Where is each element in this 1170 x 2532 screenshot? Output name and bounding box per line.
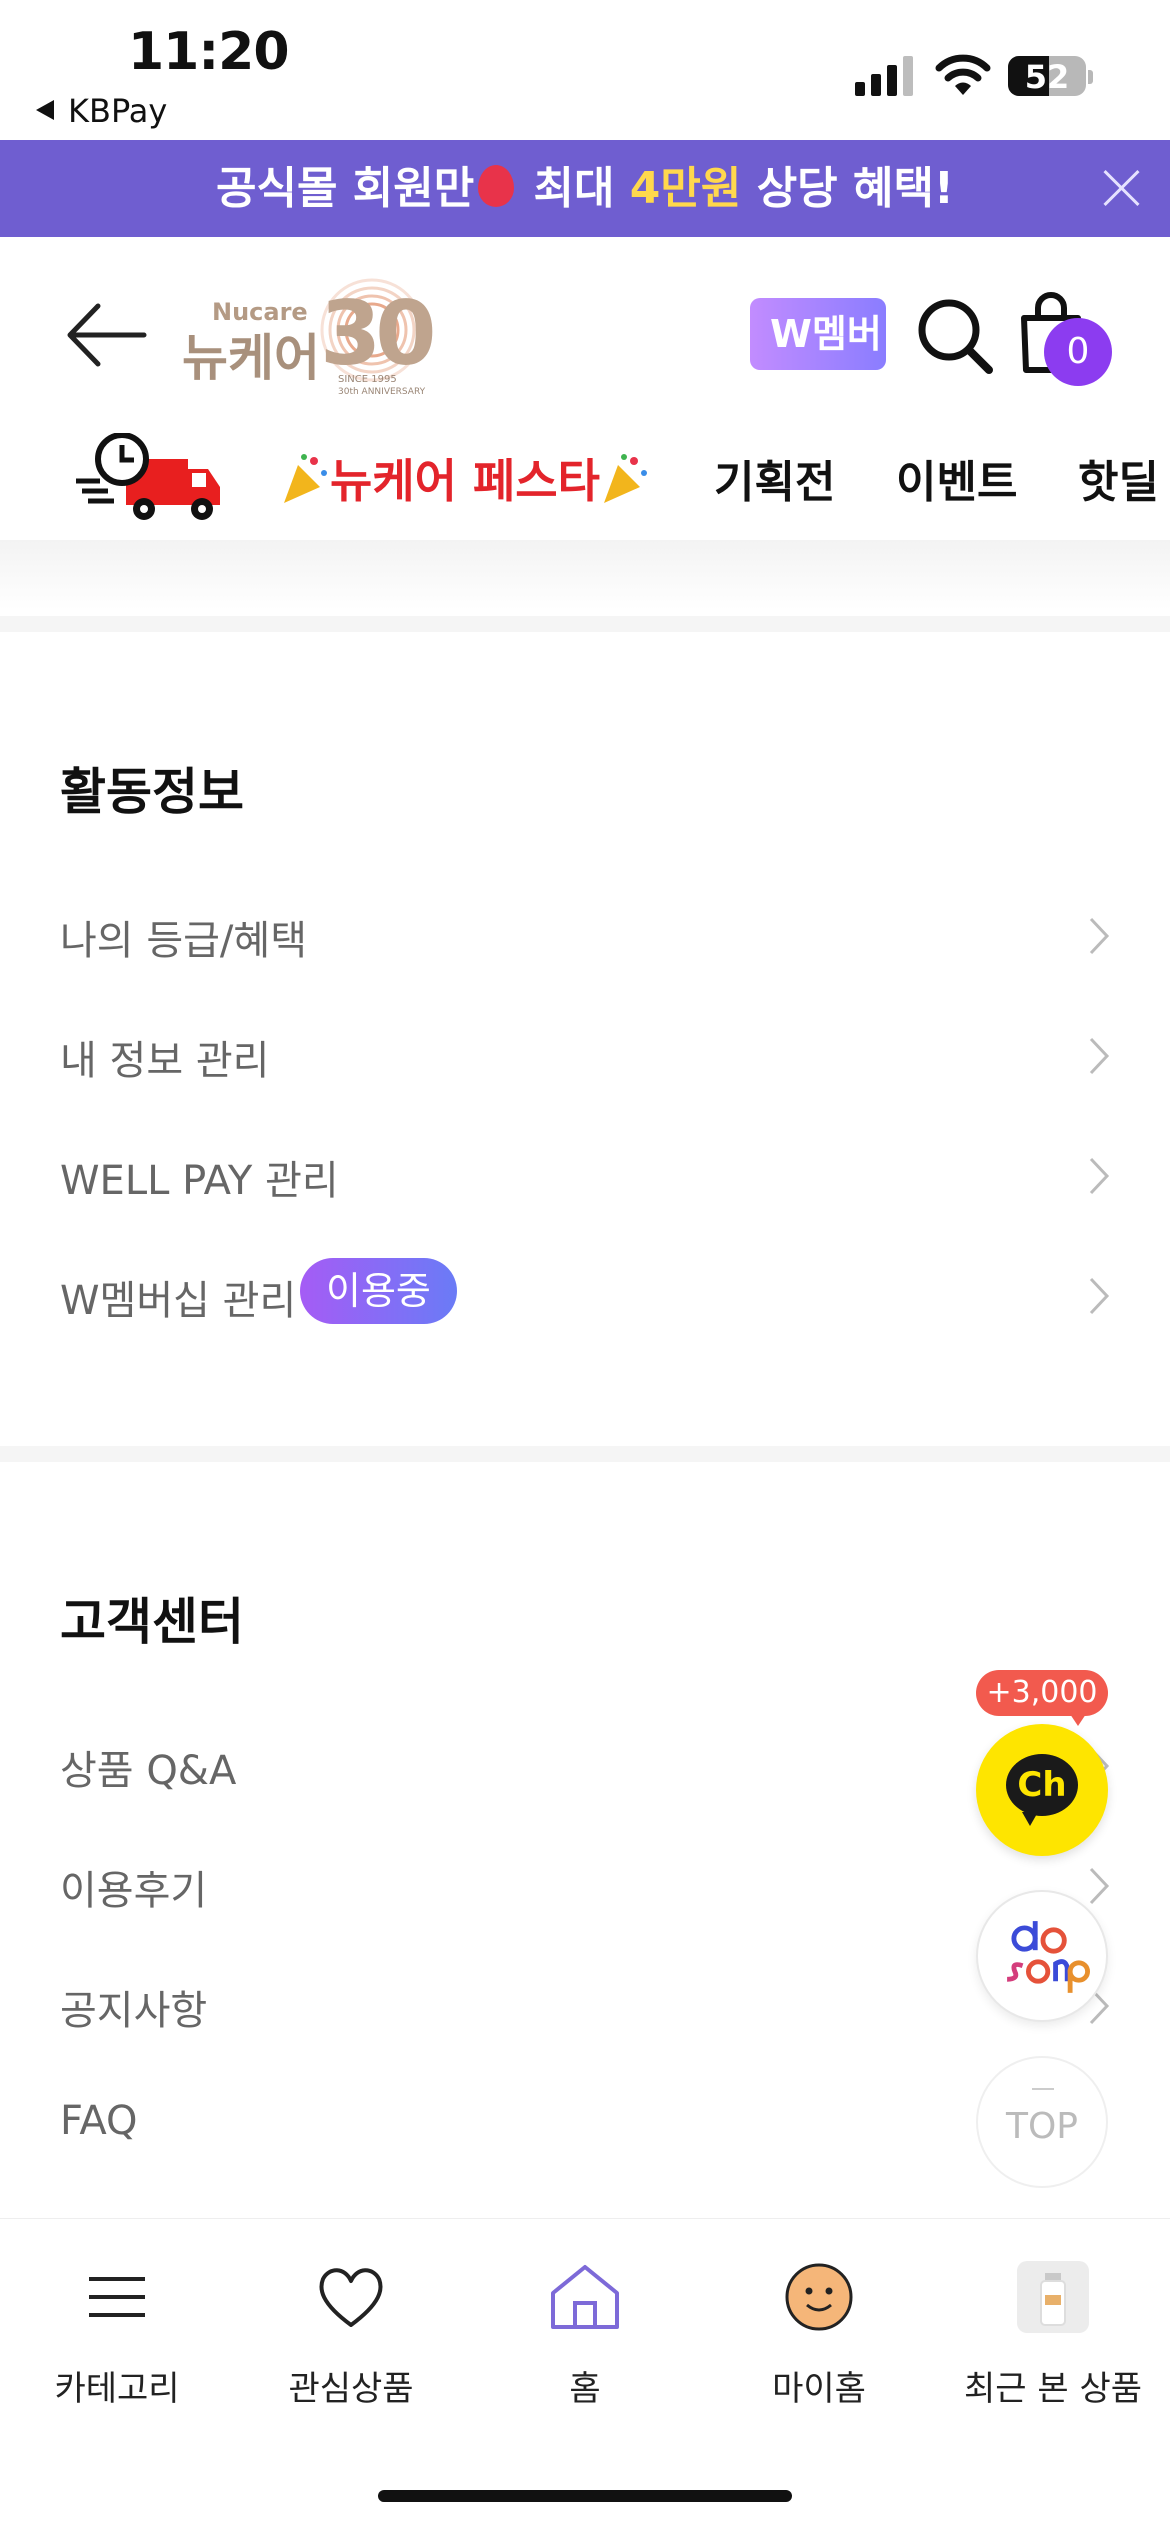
heart-icon xyxy=(319,2268,383,2327)
wifi-icon xyxy=(935,54,991,95)
activity-section-title: 활동정보 xyxy=(60,763,244,821)
status-bar: 11:20 KBPay 52 xyxy=(0,0,1170,140)
logo-anniversary: 30th ANNIVERSARY xyxy=(338,387,426,397)
kakao-channel-icon: Ch xyxy=(1006,1754,1078,1826)
brand-logo[interactable]: Nucare 뉴케어 30 SINCE 1995 30th ANNIVERSAR… xyxy=(182,278,452,404)
tab-label: 카테고리 xyxy=(54,2369,180,2409)
chevron-right-icon xyxy=(1089,1277,1110,1315)
membership-status-badge: 이용중 xyxy=(300,1258,457,1324)
tab-label: 홈 xyxy=(569,2369,601,2409)
chevron-right-icon xyxy=(1089,1037,1110,1075)
menu-row-w-membership[interactable]: W멤버십 관리 이용중 xyxy=(60,1246,1110,1346)
battery-level: 52 xyxy=(1024,58,1070,96)
desamp-logo-icon xyxy=(1007,1921,1090,1993)
row-label: 이용후기 xyxy=(60,1868,208,1914)
promo-text-before: 공식몰 회원만 xyxy=(215,163,475,214)
row-label: W멤버십 관리 xyxy=(60,1278,297,1324)
tab-label: 최근 본 상품 xyxy=(963,2369,1142,2409)
home-indicator xyxy=(378,2490,792,2502)
tab-category[interactable]: 카테고리 xyxy=(0,2259,234,2410)
tab-label: 마이홈 xyxy=(772,2369,866,2409)
back-arrow-icon[interactable] xyxy=(64,300,148,370)
section-divider xyxy=(0,616,1170,632)
tab-label: 관심상품 xyxy=(288,2369,414,2409)
support-section-title: 고객센터 xyxy=(60,1593,244,1651)
header-shadow xyxy=(0,540,1170,610)
product-thumbnail-icon xyxy=(1017,2261,1089,2333)
back-triangle-icon xyxy=(36,100,54,120)
chevron-right-icon xyxy=(1089,917,1110,955)
row-label: 내 정보 관리 xyxy=(60,1038,270,1084)
row-label: WELL PAY 관리 xyxy=(60,1158,339,1204)
festa-label: 뉴케어 페스타 xyxy=(330,454,600,508)
promo-text-mid: 최대 xyxy=(518,163,630,214)
kakao-channel-button[interactable]: Ch xyxy=(976,1724,1108,1856)
promo-text-after: 상당 혜택! xyxy=(741,163,954,214)
menu-row-wellpay[interactable]: WELL PAY 관리 xyxy=(60,1126,1110,1226)
promo-banner[interactable]: 공식몰 회원만 최대 4만원 상당 혜택! xyxy=(0,140,1170,237)
menu-row-reviews[interactable]: 이용후기 xyxy=(60,1836,1110,1936)
cellular-signal-icon xyxy=(855,56,913,96)
search-icon[interactable] xyxy=(915,294,995,378)
back-to-app-link[interactable]: KBPay xyxy=(36,92,167,130)
balloon-icon xyxy=(478,165,515,207)
close-icon[interactable] xyxy=(1102,168,1142,208)
row-label: 상품 Q&A xyxy=(60,1748,237,1794)
cart-count-badge: 0 xyxy=(1044,318,1112,386)
festa-tab[interactable]: 뉴케어 페스타 xyxy=(280,445,650,511)
logo-number: 30 xyxy=(320,282,436,385)
party-popper-icon xyxy=(600,453,650,505)
battery-tip xyxy=(1088,70,1093,84)
kakao-reward-tag: +3,000 xyxy=(976,1670,1108,1726)
promo-highlight: 4만원 xyxy=(629,163,742,214)
w-membership-button[interactable]: W멤버 xyxy=(750,298,886,370)
scroll-to-top-button[interactable]: TOP xyxy=(976,2056,1108,2188)
tab-recently-viewed[interactable]: 최근 본 상품 xyxy=(936,2259,1170,2410)
menu-row-grade-benefits[interactable]: 나의 등급/혜택 xyxy=(60,886,1110,986)
menu-row-product-qna[interactable]: 상품 Q&A xyxy=(60,1716,1110,1816)
row-label: 나의 등급/혜택 xyxy=(60,918,307,964)
status-time: 11:20 xyxy=(128,22,290,82)
menu-row-faq[interactable]: FAQ xyxy=(60,2076,1110,2176)
tab-wishlist[interactable]: 관심상품 xyxy=(234,2259,468,2410)
logo-korean: 뉴케어 xyxy=(182,329,320,387)
w-membership-label: W멤버 xyxy=(770,312,882,356)
row-label: 공지사항 xyxy=(60,1988,208,2034)
row-label: FAQ xyxy=(60,2098,138,2144)
tab-home[interactable]: 홈 xyxy=(468,2259,702,2410)
section-divider xyxy=(0,1446,1170,1462)
bottom-tab-bar: 카테고리 관심상품 홈 마이홈 최근 본 상품 xyxy=(0,2218,1170,2532)
delivery-truck-icon[interactable] xyxy=(74,433,224,525)
chevron-right-icon xyxy=(1089,1157,1110,1195)
home-icon xyxy=(551,2265,619,2329)
tab-myhome[interactable]: 마이홈 xyxy=(702,2259,936,2410)
desamp-button[interactable] xyxy=(976,1890,1108,2022)
party-popper-icon xyxy=(280,453,330,505)
logo-since: SINCE 1995 xyxy=(338,374,397,385)
menu-row-my-info[interactable]: 내 정보 관리 xyxy=(60,1006,1110,1106)
menu-icon xyxy=(89,2277,145,2317)
menu-row-notices[interactable]: 공지사항 xyxy=(60,1956,1110,2056)
smile-face-icon xyxy=(785,2263,853,2331)
back-app-label: KBPay xyxy=(68,92,168,130)
battery-icon: 52 xyxy=(1008,56,1086,96)
